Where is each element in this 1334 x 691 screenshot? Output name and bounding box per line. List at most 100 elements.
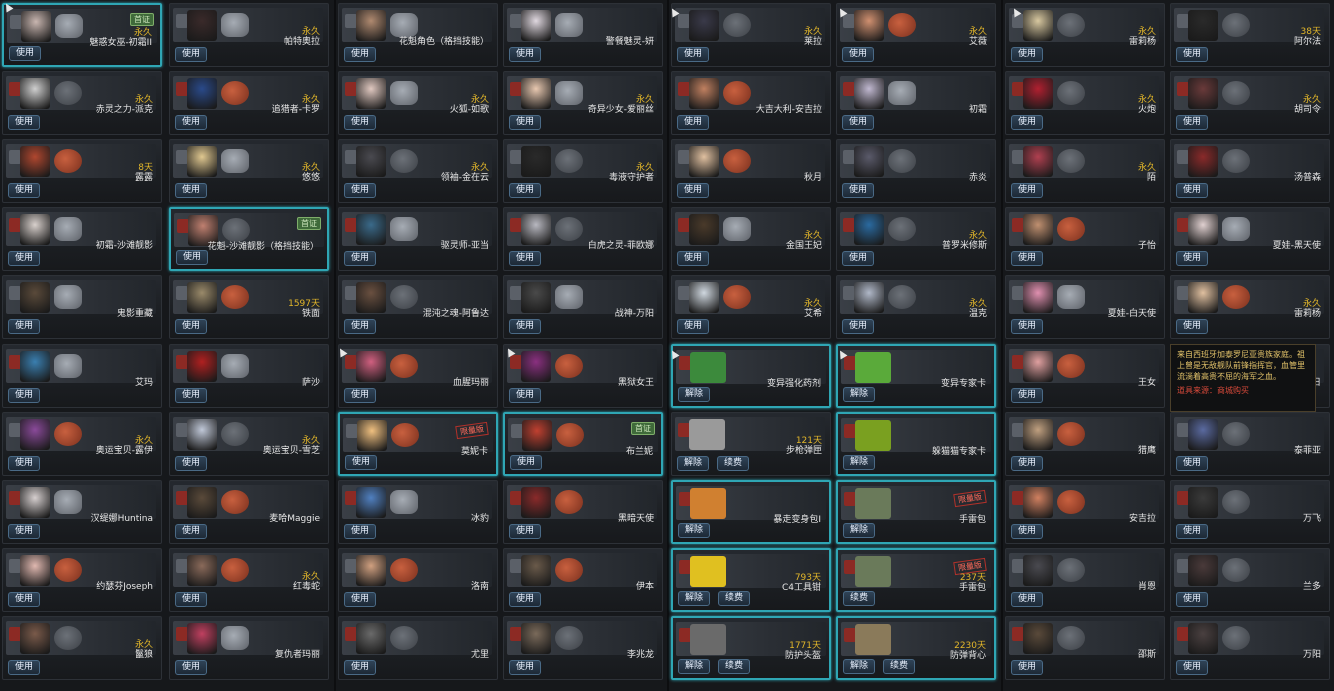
release-button[interactable]: 解除	[678, 590, 711, 606]
character-card[interactable]: 赤炎 使用	[836, 139, 996, 204]
use-button[interactable]: 使用	[344, 47, 377, 62]
character-card[interactable]: 永久 领袖-金在云 使用	[338, 139, 498, 204]
use-button[interactable]: 使用	[509, 251, 542, 267]
character-card[interactable]: 邵斯 使用	[1005, 615, 1165, 680]
use-button[interactable]: 使用	[677, 183, 710, 199]
character-card[interactable]: 混沌之魂-阿鲁达 使用	[338, 275, 498, 340]
character-card[interactable]: 夏娃-黑天使 使用	[1170, 207, 1330, 272]
character-card[interactable]: 夏娃-白天使 使用	[1005, 275, 1165, 340]
character-card[interactable]: 初霜-沙滩靓影 使用	[2, 207, 162, 272]
character-card[interactable]: 黑狱女王 使用	[503, 343, 663, 408]
use-button[interactable]: 使用	[509, 387, 542, 403]
character-card[interactable]: 安吉拉 使用	[1005, 479, 1165, 544]
use-button[interactable]: 使用	[677, 319, 710, 335]
character-card[interactable]: 永久 毒液守护者 使用	[503, 139, 663, 204]
release-button[interactable]: 解除	[843, 386, 876, 402]
item-card[interactable]: 793天 C4工具钳 解除 续费	[671, 547, 831, 612]
use-button[interactable]: 使用	[509, 659, 542, 675]
character-card[interactable]: 38天 阿尔法 使用	[1170, 3, 1330, 67]
use-button[interactable]: 使用	[842, 319, 875, 335]
character-card[interactable]: 萨沙 使用	[169, 343, 329, 408]
character-card[interactable]: 首证 永久 魅惑女巫-初霜II 使用	[2, 3, 162, 67]
renew-button[interactable]: 续费	[843, 590, 876, 606]
character-card[interactable]: 永久 火狐-如歌 使用	[338, 71, 498, 136]
use-button[interactable]: 使用	[175, 659, 208, 675]
character-card[interactable]: 永久 奥运宝贝-雪芝 使用	[169, 411, 329, 476]
use-button[interactable]: 使用	[8, 659, 41, 675]
use-button[interactable]: 使用	[1011, 455, 1044, 471]
use-button[interactable]: 使用	[345, 454, 378, 470]
use-button[interactable]: 使用	[344, 251, 377, 267]
use-button[interactable]: 使用	[509, 183, 542, 199]
release-button[interactable]: 解除	[678, 386, 711, 402]
character-card[interactable]: 警餐魅灵-妍 使用	[503, 3, 663, 67]
use-button[interactable]: 使用	[175, 47, 208, 62]
use-button[interactable]: 使用	[1011, 47, 1044, 62]
use-button[interactable]: 使用	[175, 455, 208, 471]
use-button[interactable]: 使用	[8, 523, 41, 539]
use-button[interactable]: 使用	[175, 523, 208, 539]
use-button[interactable]: 使用	[8, 183, 41, 199]
character-card[interactable]: 白虎之灵-菲欧娜 使用	[503, 207, 663, 272]
character-card[interactable]: 限量版 莫妮卡 使用	[338, 411, 498, 476]
use-button[interactable]: 使用	[1176, 115, 1209, 131]
use-button[interactable]: 使用	[842, 251, 875, 267]
character-card[interactable]: 泰菲亚 使用	[1170, 411, 1330, 476]
character-card[interactable]: 永久 鬣狼 使用	[2, 615, 162, 680]
use-button[interactable]: 使用	[842, 115, 875, 131]
character-card[interactable]: 永久 赤灵之力-派克 使用	[2, 71, 162, 136]
character-card[interactable]: 永久 金国王妃 使用	[671, 207, 831, 272]
use-button[interactable]: 使用	[175, 115, 208, 131]
use-button[interactable]: 使用	[1011, 523, 1044, 539]
use-button[interactable]: 使用	[8, 591, 41, 607]
character-card[interactable]: 永久 艾薇 使用	[836, 3, 996, 67]
use-button[interactable]: 使用	[1011, 591, 1044, 607]
use-button[interactable]: 使用	[1011, 115, 1044, 131]
use-button[interactable]: 使用	[1011, 319, 1044, 335]
character-card[interactable]: 花魁角色（格挡技能） 使用	[338, 3, 498, 67]
use-button[interactable]: 使用	[175, 591, 208, 607]
use-button[interactable]: 使用	[344, 319, 377, 335]
character-card[interactable]: 尤里 使用	[338, 615, 498, 680]
character-card[interactable]: 血腥玛丽 使用	[338, 343, 498, 408]
use-button[interactable]: 使用	[9, 46, 42, 61]
character-card[interactable]: 复仇者玛丽 使用	[169, 615, 329, 680]
use-button[interactable]: 使用	[344, 115, 377, 131]
item-card[interactable]: 变异强化药剂 解除	[671, 343, 831, 408]
character-card[interactable]: 永久 雷莉杨 使用	[1005, 3, 1165, 67]
use-button[interactable]: 使用	[677, 251, 710, 267]
release-button[interactable]: 解除	[677, 455, 710, 471]
use-button[interactable]: 使用	[8, 115, 41, 131]
item-card[interactable]: 限量版 手雷包 解除	[836, 479, 996, 544]
character-card[interactable]: 鬼影重藏 使用	[2, 275, 162, 340]
character-card[interactable]: 永久 普罗米修斯 使用	[836, 207, 996, 272]
use-button[interactable]: 使用	[8, 455, 41, 471]
character-card[interactable]: 艾玛 使用	[2, 343, 162, 408]
character-card[interactable]: 洛南 使用	[338, 547, 498, 612]
use-button[interactable]: 使用	[344, 523, 377, 539]
use-button[interactable]: 使用	[1176, 251, 1209, 267]
use-button[interactable]: 使用	[1011, 183, 1044, 199]
use-button[interactable]: 使用	[677, 115, 710, 131]
item-card[interactable]: 躲猫猫专家卡 解除	[836, 411, 996, 476]
character-card[interactable]: 永久 奥运宝贝-露伊 使用	[2, 411, 162, 476]
use-button[interactable]: 使用	[8, 319, 41, 335]
character-card[interactable]: 万飞 使用	[1170, 479, 1330, 544]
release-button[interactable]: 解除	[843, 454, 876, 470]
character-card[interactable]: 永久 温克 使用	[836, 275, 996, 340]
use-button[interactable]: 使用	[510, 454, 543, 470]
character-card[interactable]: 永久 莱拉 使用	[671, 3, 831, 67]
character-card[interactable]: 秋月 使用	[671, 139, 831, 204]
character-card[interactable]: 王女 使用	[1005, 343, 1165, 408]
character-card[interactable]: 子怡 使用	[1005, 207, 1165, 272]
character-card[interactable]: 汉缇娜Huntina 使用	[2, 479, 162, 544]
use-button[interactable]: 使用	[509, 319, 542, 335]
character-card[interactable]: 猎鹰 使用	[1005, 411, 1165, 476]
use-button[interactable]: 使用	[344, 387, 377, 403]
use-button[interactable]: 使用	[344, 183, 377, 199]
character-card[interactable]: 永久 悠悠 使用	[169, 139, 329, 204]
use-button[interactable]: 使用	[1176, 591, 1209, 607]
character-card[interactable]: 永久 奇异少女-爱丽丝 使用	[503, 71, 663, 136]
use-button[interactable]: 使用	[677, 47, 710, 62]
renew-button[interactable]: 续费	[718, 590, 751, 606]
